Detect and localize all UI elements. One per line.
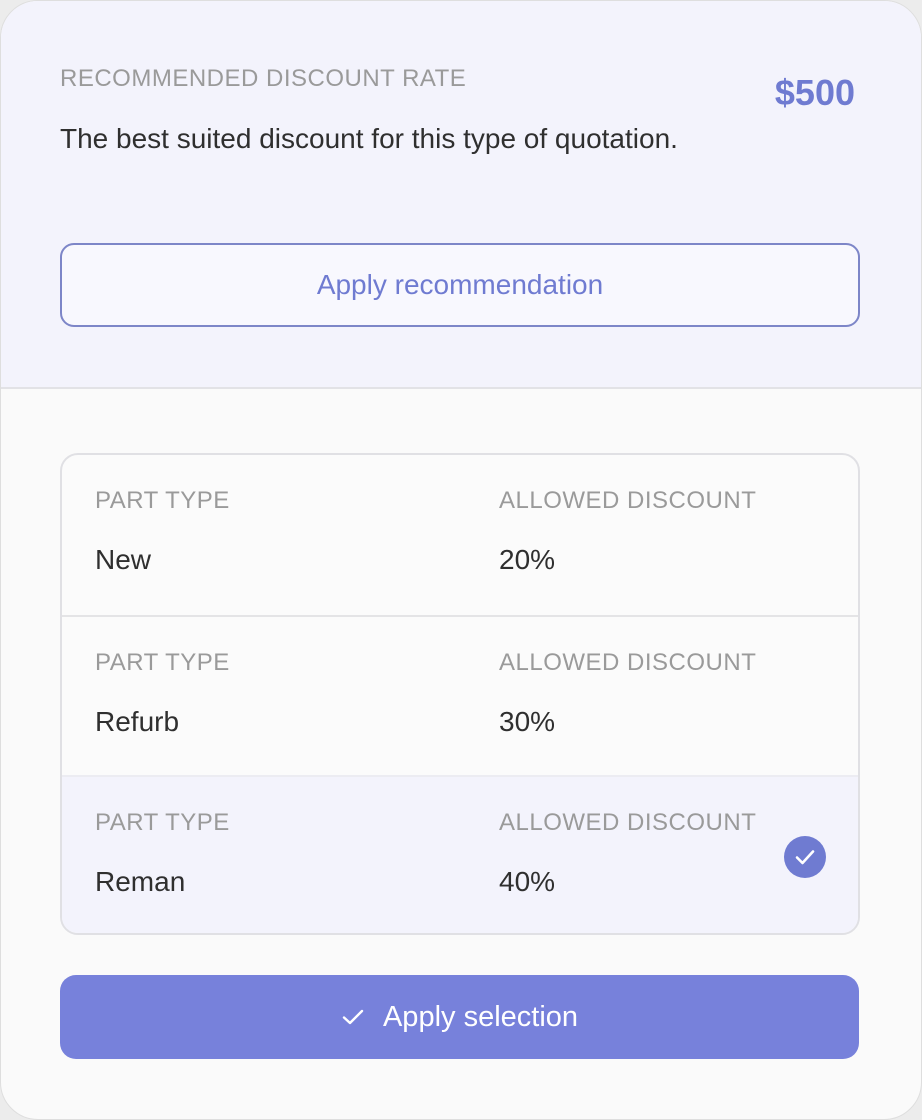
part-type-header: PART TYPE [95,649,230,676]
apply-selection-button[interactable]: Apply selection [60,975,859,1059]
part-type-header: PART TYPE [95,487,230,514]
discount-option-refurb[interactable]: PART TYPE ALLOWED DISCOUNT Refurb 30% [62,615,858,775]
allowed-discount-value: 20% [499,544,556,575]
selected-check-icon [784,836,826,878]
allowed-discount-header: ALLOWED DISCOUNT [499,487,757,514]
allowed-discount-header: ALLOWED DISCOUNT [499,649,757,676]
recommendation-label: RECOMMENDED DISCOUNT RATE [60,65,467,92]
recommendation-amount: $500 [774,72,855,113]
allowed-discount-value: 40% [499,866,556,897]
discount-options-list: PART TYPE ALLOWED DISCOUNT New 20% PART … [60,453,860,935]
check-icon [341,1005,365,1029]
part-type-value: New [95,544,152,575]
part-type-value: Refurb [95,706,180,737]
apply-selection-label: Apply selection [382,1001,579,1033]
allowed-discount-header: ALLOWED DISCOUNT [499,809,757,836]
allowed-discount-value: 30% [499,706,556,737]
recommendation-panel: RECOMMENDED DISCOUNT RATE $500 The best … [1,1,921,389]
discount-option-new[interactable]: PART TYPE ALLOWED DISCOUNT New 20% [62,455,858,613]
part-type-value: Reman [95,866,186,897]
discount-card: RECOMMENDED DISCOUNT RATE $500 The best … [0,0,922,1120]
apply-recommendation-button[interactable]: Apply recommendation [60,243,860,327]
part-type-header: PART TYPE [95,809,230,836]
recommendation-description: The best suited discount for this type o… [60,123,678,154]
discount-option-reman[interactable]: PART TYPE ALLOWED DISCOUNT Reman 40% [62,775,858,933]
